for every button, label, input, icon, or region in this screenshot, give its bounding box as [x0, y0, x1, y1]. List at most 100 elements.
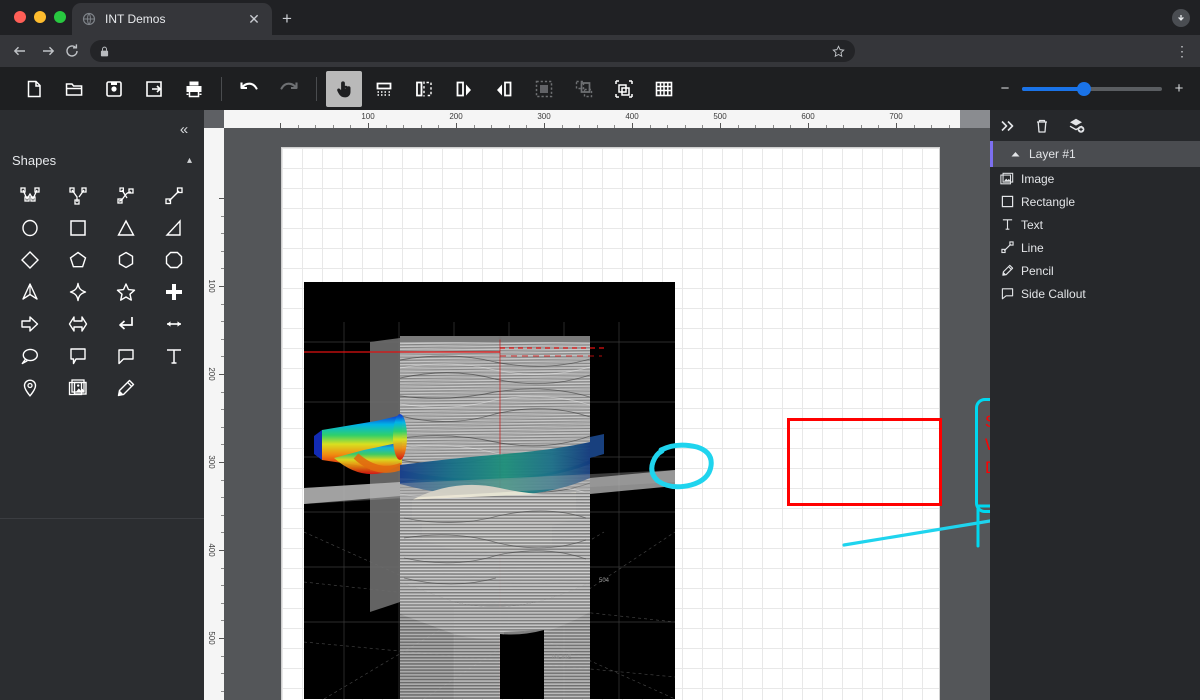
ruler-label: 100: [207, 279, 216, 293]
bring-to-front-button[interactable]: [606, 71, 642, 107]
redo-button[interactable]: [271, 71, 307, 107]
shapes-panel-title: Shapes: [12, 152, 57, 168]
cyan-leader-line[interactable]: [842, 518, 990, 548]
back-button[interactable]: [10, 41, 30, 61]
tab-close-icon[interactable]: ✕: [246, 11, 262, 27]
seismic-3d-image[interactable]: 504 INLINE 11337: [304, 282, 675, 699]
layer-item-rect[interactable]: Rectangle: [990, 190, 1200, 213]
shape-double-arrow[interactable]: [150, 308, 198, 340]
horizontal-ruler[interactable]: 100200300400500600700800: [224, 110, 990, 128]
shape-speech-bubble[interactable]: [6, 340, 54, 372]
speech-bubble-icon: [21, 348, 39, 365]
caret-up-icon[interactable]: [1008, 147, 1022, 161]
select-tool-button[interactable]: [326, 70, 362, 107]
layer-list: Layer #1 Image Rectangle Text Line Penci…: [990, 141, 1200, 305]
delete-layer-button[interactable]: [1032, 116, 1052, 136]
collapse-right-panel-button[interactable]: [998, 116, 1018, 136]
shape-octagon[interactable]: [150, 244, 198, 276]
shape-cross[interactable]: [150, 276, 198, 308]
download-circle-icon[interactable]: [1172, 9, 1190, 27]
side-callout-annotation[interactable]: SAMPLE TEXT WELL 123 DATE: 08/23/2021: [975, 398, 990, 548]
rotate-left-button[interactable]: [486, 71, 522, 107]
shape-line-node[interactable]: [150, 180, 198, 212]
shape-arrow-right[interactable]: [6, 308, 54, 340]
red-rectangle-annotation[interactable]: [787, 418, 942, 506]
rotate-right-button[interactable]: [446, 71, 482, 107]
shape-callout-down[interactable]: [54, 340, 102, 372]
new-tab-button[interactable]: +: [277, 9, 297, 29]
layer-item-pencil[interactable]: Pencil: [990, 259, 1200, 282]
layer-item-callout[interactable]: Side Callout: [990, 282, 1200, 305]
cyan-freehand-circle[interactable]: [647, 440, 719, 492]
grid-icon: [655, 81, 673, 96]
group-button[interactable]: [526, 71, 562, 107]
align-horizontal-button[interactable]: [366, 71, 402, 107]
layer-item-text[interactable]: Text: [990, 213, 1200, 236]
new-file-button[interactable]: [16, 71, 52, 107]
vertical-ruler[interactable]: 100 200 300 400 500: [204, 128, 224, 700]
shape-arrow-lr[interactable]: [54, 308, 102, 340]
flip-horizontal-button[interactable]: [406, 71, 442, 107]
layer-item-image[interactable]: Image: [990, 167, 1200, 190]
open-file-button[interactable]: [56, 71, 92, 107]
save-icon: [106, 80, 122, 97]
zoom-slider-fill: [1022, 86, 1084, 91]
zoom-out-button[interactable]: −: [998, 80, 1012, 97]
layer-root[interactable]: Layer #1: [990, 141, 1200, 167]
shape-side-callout[interactable]: [102, 340, 150, 372]
undo-button[interactable]: [231, 71, 267, 107]
side-callout-icon: [1000, 287, 1014, 301]
window-close-button[interactable]: [14, 11, 26, 23]
text-t-icon: [167, 349, 181, 364]
browser-menu-button[interactable]: ⋮: [1174, 43, 1190, 59]
chevron-up-icon[interactable]: ▴: [187, 155, 192, 166]
ruler-scroll-indicator[interactable]: [960, 110, 990, 128]
grid-toggle-button[interactable]: [646, 71, 682, 107]
shape-diamond[interactable]: [6, 244, 54, 276]
forward-button[interactable]: [38, 41, 58, 61]
save-button[interactable]: [96, 71, 132, 107]
trash-icon: [1037, 119, 1047, 133]
shape-image[interactable]: [54, 372, 102, 404]
map-pin-icon: [23, 379, 37, 397]
address-bar[interactable]: [90, 40, 855, 62]
shape-ellipse[interactable]: [6, 212, 54, 244]
ruler-label: 600: [801, 112, 815, 121]
shape-five-star[interactable]: [102, 276, 150, 308]
shape-arrow-return[interactable]: [102, 308, 150, 340]
bookmark-star-icon[interactable]: [832, 44, 845, 58]
shape-polygon-edit[interactable]: [6, 180, 54, 212]
zoom-control[interactable]: − +: [998, 80, 1200, 97]
shape-curve-node[interactable]: [102, 180, 150, 212]
shape-pencil[interactable]: [102, 372, 150, 404]
shape-rectangle[interactable]: [54, 212, 102, 244]
reload-button[interactable]: [62, 41, 82, 61]
layers-panel-toolbar: [990, 110, 1200, 141]
shape-triangle[interactable]: [102, 212, 150, 244]
layer-item-line[interactable]: Line: [990, 236, 1200, 259]
zoom-in-button[interactable]: +: [1172, 80, 1186, 97]
shape-pentagon[interactable]: [54, 244, 102, 276]
shape-right-triangle[interactable]: [150, 212, 198, 244]
collapse-left-panel-button[interactable]: «: [174, 120, 194, 140]
shape-four-star[interactable]: [54, 276, 102, 308]
window-maximize-button[interactable]: [54, 11, 66, 23]
add-layer-button[interactable]: [1066, 116, 1086, 136]
zoom-slider-thumb[interactable]: [1077, 81, 1091, 96]
document-page[interactable]: 504 INLINE 11337: [282, 148, 990, 700]
shape-pin[interactable]: [6, 372, 54, 404]
zoom-slider[interactable]: [1022, 81, 1162, 96]
shapes-panel-header[interactable]: Shapes ▴: [0, 146, 204, 174]
double-headed-arrow-icon: [167, 321, 181, 327]
shape-polyline-node[interactable]: [54, 180, 102, 212]
canvas-scroll-area[interactable]: 504 INLINE 11337: [224, 128, 990, 700]
shapes-panel: « Shapes ▴: [0, 110, 204, 700]
ungroup-button[interactable]: [566, 71, 602, 107]
export-button[interactable]: [136, 71, 172, 107]
shape-compass[interactable]: [6, 276, 54, 308]
print-button[interactable]: [176, 71, 212, 107]
shape-text[interactable]: [150, 340, 198, 372]
window-minimize-button[interactable]: [34, 11, 46, 23]
browser-tab[interactable]: INT Demos ✕: [72, 3, 272, 35]
shape-hexagon[interactable]: [102, 244, 150, 276]
